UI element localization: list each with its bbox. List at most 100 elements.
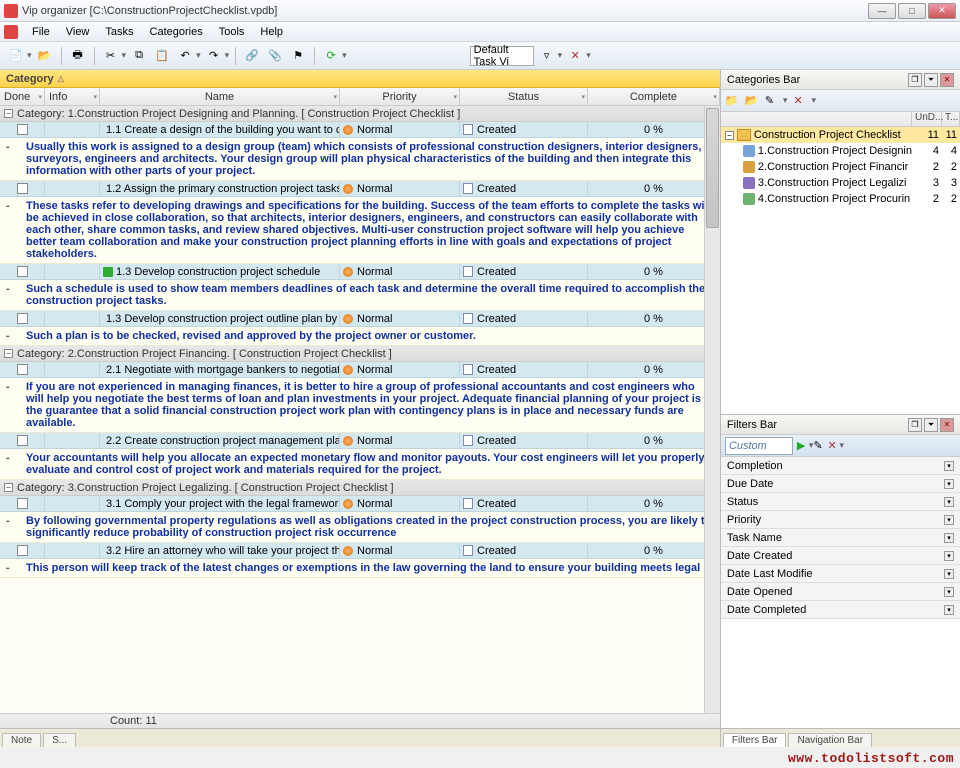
task-row[interactable]: 3.2 Hire an attorney who will take your …	[0, 543, 720, 559]
cat-edit-icon[interactable]: ✎	[765, 94, 779, 108]
task-row[interactable]: 1.3 Develop construction project outline…	[0, 311, 720, 327]
group-row[interactable]: −Category: 3.Construction Project Legali…	[0, 480, 720, 496]
flag-icon[interactable]: ⚑	[288, 46, 308, 66]
filter-row[interactable]: Date Last Modifie▾	[721, 565, 960, 583]
category-group-header[interactable]: Category△	[0, 70, 720, 88]
menu-view[interactable]: View	[58, 24, 98, 40]
filter-row[interactable]: Due Date▾	[721, 475, 960, 493]
panel-close-icon[interactable]: ✕	[940, 73, 954, 87]
watermark: www.todolistsoft.com	[788, 751, 954, 766]
task-row[interactable]: 1.2 Assign the primary construction proj…	[0, 181, 720, 197]
tab-note[interactable]: Note	[2, 733, 41, 747]
chevron-down-icon[interactable]: ▾	[944, 533, 954, 543]
filter-row[interactable]: Completion▾	[721, 457, 960, 475]
chevron-down-icon[interactable]: ▾	[944, 479, 954, 489]
open-icon[interactable]: 📂	[35, 46, 55, 66]
checkbox[interactable]	[17, 498, 28, 509]
cat-sub-icon[interactable]: 📂	[745, 94, 759, 108]
category-icon	[743, 161, 755, 173]
status-icon	[463, 183, 473, 194]
task-row[interactable]: 3.1 Comply your project with the legal f…	[0, 496, 720, 512]
chevron-down-icon[interactable]: ▾	[944, 569, 954, 579]
filter-icon[interactable]: ▿	[537, 46, 557, 66]
checkbox[interactable]	[17, 545, 28, 556]
chevron-down-icon[interactable]: ▾	[944, 605, 954, 615]
cat-new-icon[interactable]: 📁	[725, 94, 739, 108]
panel-pin-icon[interactable]: ⏷	[924, 418, 938, 432]
copy-icon[interactable]: ⧉	[129, 46, 149, 66]
group-row[interactable]: −Category: 1.Construction Project Design…	[0, 106, 720, 122]
refresh-icon[interactable]: ⟳	[321, 46, 341, 66]
menu-file[interactable]: File	[24, 24, 58, 40]
filter-row[interactable]: Priority▾	[721, 511, 960, 529]
chevron-down-icon[interactable]: ▾	[944, 497, 954, 507]
chevron-down-icon[interactable]: ▾	[944, 461, 954, 471]
col-name[interactable]: Name▾	[100, 88, 340, 105]
tab-navigation[interactable]: Navigation Bar	[788, 733, 872, 747]
close-button[interactable]: ✕	[928, 3, 956, 19]
checkbox[interactable]	[17, 313, 28, 324]
scrollbar[interactable]	[704, 106, 720, 713]
print-icon[interactable]: 🖶	[68, 46, 88, 66]
count-row: Count: 11	[0, 713, 720, 728]
tree-root[interactable]: − Construction Project Checklist 11 11	[721, 127, 960, 143]
filter-row[interactable]: Date Created▾	[721, 547, 960, 565]
task-row[interactable]: 2.2 Create construction project manageme…	[0, 433, 720, 449]
checkbox[interactable]	[17, 266, 28, 277]
panel-close-icon[interactable]: ✕	[940, 418, 954, 432]
tree-item[interactable]: 3.Construction Project Legalizi33	[721, 175, 960, 191]
panel-pin-icon[interactable]: ⏷	[924, 73, 938, 87]
clear-icon[interactable]: ✕	[565, 46, 585, 66]
tree-item[interactable]: 1.Construction Project Designin44	[721, 143, 960, 159]
paste-icon[interactable]: 📋	[152, 46, 172, 66]
redo-icon[interactable]: ↷	[204, 46, 224, 66]
cut-icon[interactable]: ✂	[101, 46, 121, 66]
col-info[interactable]: Info▾	[45, 88, 100, 105]
undo-icon[interactable]: ↶	[175, 46, 195, 66]
menu-tools[interactable]: Tools	[211, 24, 253, 40]
task-view-combo[interactable]: Default Task Vi	[470, 46, 534, 66]
checkbox[interactable]	[17, 435, 28, 446]
maximize-button[interactable]: □	[898, 3, 926, 19]
filter-edit-icon[interactable]: ✎	[813, 439, 827, 453]
attach-icon[interactable]: 📎	[265, 46, 285, 66]
col-complete[interactable]: Complete▾	[588, 88, 720, 105]
categories-panel: Categories Bar ❐ ⏷ ✕ 📁 📂 ✎▾ ✕▾ UnD... T.…	[721, 70, 960, 415]
app-icon	[4, 25, 18, 39]
panel-restore-icon[interactable]: ❐	[908, 73, 922, 87]
tree-item[interactable]: 4.Construction Project Procurin22	[721, 191, 960, 207]
tab-filters[interactable]: Filters Bar	[723, 733, 787, 747]
panel-restore-icon[interactable]: ❐	[908, 418, 922, 432]
menu-help[interactable]: Help	[252, 24, 291, 40]
group-row[interactable]: −Category: 2.Construction Project Financ…	[0, 346, 720, 362]
filter-row[interactable]: Status▾	[721, 493, 960, 511]
chevron-down-icon[interactable]: ▾	[944, 551, 954, 561]
task-row[interactable]: 1.1 Create a design of the building you …	[0, 122, 720, 138]
minimize-button[interactable]: —	[868, 3, 896, 19]
status-icon	[463, 313, 473, 324]
col-status[interactable]: Status▾	[460, 88, 588, 105]
task-row[interactable]: 2.1 Negotiate with mortgage bankers to n…	[0, 362, 720, 378]
filter-row[interactable]: Date Opened▾	[721, 583, 960, 601]
grid-header: Done▾ Info▾ Name▾ Priority▾ Status▾ Comp…	[0, 88, 720, 106]
chevron-down-icon[interactable]: ▾	[944, 515, 954, 525]
chevron-down-icon[interactable]: ▾	[944, 587, 954, 597]
checkbox[interactable]	[17, 364, 28, 375]
checkbox[interactable]	[17, 183, 28, 194]
new-icon[interactable]: 📄	[6, 46, 26, 66]
menu-categories[interactable]: Categories	[142, 24, 211, 40]
menu-tasks[interactable]: Tasks	[97, 24, 141, 40]
checkbox[interactable]	[17, 124, 28, 135]
filter-preset-combo[interactable]: Custom	[725, 437, 793, 455]
task-row[interactable]: 1.3 Develop construction project schedul…	[0, 264, 720, 280]
link-icon[interactable]: 🔗	[242, 46, 262, 66]
col-priority[interactable]: Priority▾	[340, 88, 460, 105]
tree-item[interactable]: 2.Construction Project Financir22	[721, 159, 960, 175]
category-icon	[743, 145, 755, 157]
filter-row[interactable]: Task Name▾	[721, 529, 960, 547]
filter-row[interactable]: Date Completed▾	[721, 601, 960, 619]
tab-s[interactable]: S...	[43, 733, 76, 747]
col-done[interactable]: Done▾	[0, 88, 45, 105]
priority-label: Normal	[357, 183, 392, 195]
cat-del-icon[interactable]: ✕	[793, 94, 807, 108]
